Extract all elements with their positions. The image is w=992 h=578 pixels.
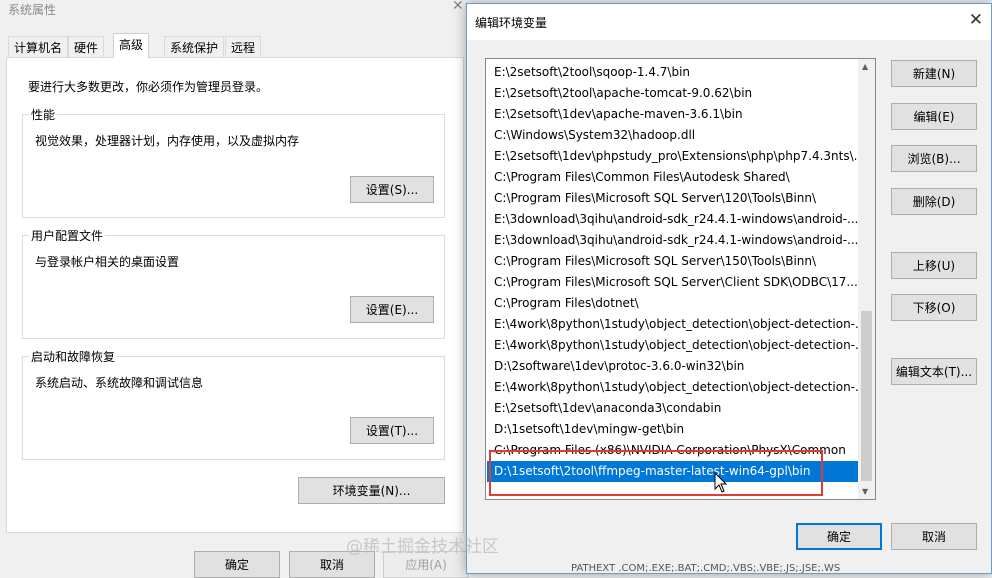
move-up-button[interactable]: 上移(U) — [891, 252, 977, 279]
path-list[interactable]: E:\2setsoft\2tool\sqoop-1.4.7\bin E:\2se… — [485, 58, 876, 500]
ok-button[interactable]: 确定 — [796, 523, 882, 550]
environment-variables-button[interactable]: 环境变量(N)... — [298, 477, 445, 504]
path-item[interactable]: D:\2software\1dev\protoc-3.6.0-win32\bin — [487, 356, 859, 377]
path-item[interactable]: E:\4work\8python\1study\object_detection… — [487, 335, 859, 356]
user-profiles-description: 与登录帐户相关的桌面设置 — [35, 255, 180, 269]
scroll-down-arrow-icon[interactable]: ▼ — [862, 487, 868, 496]
tab-computer-name[interactable]: 计算机名 — [8, 36, 69, 57]
startup-recovery-settings-button[interactable]: 设置(T)... — [350, 417, 434, 444]
path-item[interactable]: E:\4work\8python\1study\object_detection… — [487, 377, 859, 398]
dialog-title: 编辑环境变量 — [475, 16, 548, 30]
user-profiles-label: 用户配置文件 — [29, 227, 106, 244]
path-item[interactable]: C:\Program Files\Common Files\Autodesk S… — [487, 167, 859, 188]
path-item[interactable]: C:\Program Files\Microsoft SQL Server\12… — [487, 188, 859, 209]
tab-system-protection[interactable]: 系统保护 — [164, 36, 225, 57]
edit-environment-variable-dialog: 编辑环境变量 ✕ E:\2setsoft\2tool\sqoop-1.4.7\b… — [466, 3, 992, 574]
path-item[interactable]: C:\Program Files\Microsoft SQL Server\Cl… — [487, 272, 859, 293]
admin-note: 要进行大多数更改，你必须作为管理员登录。 — [28, 80, 269, 94]
edit-text-button[interactable]: 编辑文本(T)... — [891, 358, 977, 385]
performance-settings-button[interactable]: 设置(S)... — [350, 176, 434, 203]
browse-button[interactable]: 浏览(B)... — [891, 145, 977, 172]
user-profiles-group: 用户配置文件 与登录帐户相关的桌面设置 设置(E)... — [22, 227, 445, 339]
path-item[interactable]: E:\4work\8python\1study\object_detection… — [487, 314, 859, 335]
performance-label: 性能 — [29, 106, 58, 123]
watermark: @稀土掘金技术社区 — [346, 537, 499, 557]
startup-recovery-label: 启动和故障恢复 — [29, 348, 118, 365]
path-item[interactable]: E:\3download\3qihu\android-sdk_r24.4.1-w… — [487, 230, 859, 251]
path-item[interactable]: E:\2setsoft\2tool\sqoop-1.4.7\bin — [487, 62, 859, 83]
path-item[interactable]: C:\Program Files\dotnet\ — [487, 293, 859, 314]
close-icon[interactable]: ✕ — [969, 10, 983, 30]
path-item[interactable]: E:\2setsoft\1dev\anaconda3\condabin — [487, 398, 859, 419]
path-item[interactable]: C:\Windows\System32\hadoop.dll — [487, 125, 859, 146]
startup-recovery-description: 系统启动、系统故障和调试信息 — [35, 376, 204, 390]
path-item[interactable]: E:\2setsoft\1dev\apache-maven-3.6.1\bin — [487, 104, 859, 125]
startup-recovery-group: 启动和故障恢复 系统启动、系统故障和调试信息 设置(T)... — [22, 348, 445, 460]
vertical-scrollbar[interactable]: ▲ ▼ — [858, 59, 875, 499]
user-profiles-settings-button[interactable]: 设置(E)... — [350, 296, 434, 323]
performance-group: 性能 视觉效果，处理器计划，内存使用，以及虚拟内存 设置(S)... — [22, 106, 445, 218]
system-properties-window: 系统属性 ✕ 计算机名 硬件 高级 系统保护 远程 要进行大多数更改，你必须作为… — [0, 0, 470, 578]
new-button[interactable]: 新建(N) — [891, 60, 977, 87]
path-item[interactable]: D:\1setsoft\1dev\mingw-get\bin — [487, 419, 859, 440]
tab-advanced[interactable]: 高级 — [113, 33, 150, 58]
cancel-button[interactable]: 取消 — [891, 523, 977, 550]
pathext-row-partial: PATHEXT .COM;.EXE;.BAT;.CMD;.VBS;.VBE;.J… — [571, 563, 841, 574]
path-item[interactable]: E:\2setsoft\2tool\apache-tomcat-9.0.62\b… — [487, 83, 859, 104]
dialog-titlebar: 编辑环境变量 ✕ — [467, 4, 991, 40]
path-item[interactable]: C:\Program Files\Microsoft SQL Server\15… — [487, 251, 859, 272]
tab-hardware[interactable]: 硬件 — [68, 36, 105, 57]
mouse-cursor-icon — [714, 472, 728, 493]
performance-description: 视觉效果，处理器计划，内存使用，以及虚拟内存 — [35, 134, 300, 148]
window-title: 系统属性 — [8, 3, 57, 17]
delete-button[interactable]: 删除(D) — [891, 188, 977, 215]
path-item[interactable]: E:\2setsoft\1dev\phpstudy_pro\Extensions… — [487, 146, 859, 167]
edit-button[interactable]: 编辑(E) — [891, 103, 977, 130]
annotation-highlight-box — [489, 450, 823, 496]
move-down-button[interactable]: 下移(O) — [891, 294, 977, 321]
path-item[interactable]: E:\3download\3qihu\android-sdk_r24.4.1-w… — [487, 209, 859, 230]
scroll-thumb[interactable] — [861, 311, 872, 481]
tab-remote[interactable]: 远程 — [225, 36, 262, 57]
close-icon[interactable]: ✕ — [452, 0, 464, 14]
scroll-up-arrow-icon[interactable]: ▲ — [862, 62, 868, 71]
